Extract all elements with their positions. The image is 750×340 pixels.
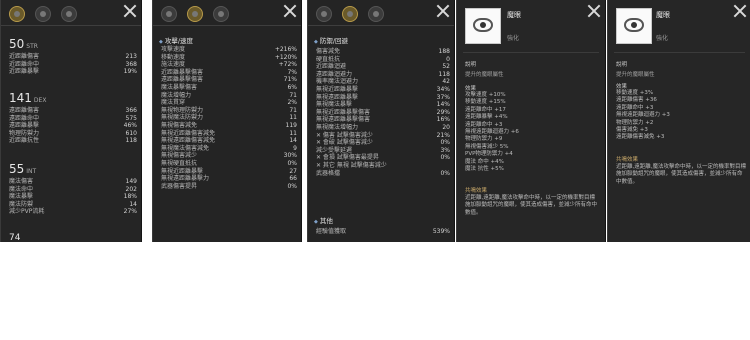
set-title: 共鳴效果 bbox=[465, 188, 488, 194]
stat-row: 經驗值獲取 539% bbox=[316, 228, 450, 235]
tab-attributes[interactable] bbox=[316, 6, 332, 22]
dex-rows: 遠距離傷害 366 遠距離命中 575 遠距離暴擊 46% 物理防禦力 610 近距離抗… bbox=[9, 107, 137, 145]
stat-row: 魔法貫穿 2% bbox=[161, 99, 297, 107]
next-stat-header: 74 bbox=[9, 233, 21, 242]
effect-list: 移動速度 +3% 遠距離傷害 +36 遠距離命中 +3 無視遠距離迴避力 +3 … bbox=[616, 90, 670, 141]
stat-row: 近距離抗性 118 bbox=[9, 137, 137, 145]
desc-title: 說明 bbox=[465, 62, 477, 68]
stat-row: 遠距離暴擊傷害 71% bbox=[161, 76, 297, 84]
set-desc: 近距離,遠距離,魔法攻擊命中時，以一定的機率對目標施加脈動詛咒的魔眼，使其造成傷… bbox=[465, 195, 598, 216]
tab-combat[interactable] bbox=[342, 6, 358, 22]
divider bbox=[463, 52, 599, 53]
stat-row: 無視傷害減少 30% bbox=[161, 152, 297, 160]
other-rows: 經驗值獲取 539% bbox=[316, 228, 450, 236]
stat-row: 無視近距離傷害減免 11 bbox=[161, 129, 297, 137]
str-rows: 近距離傷害 213 近距離命中 368 近距離暴擊 19% bbox=[9, 53, 137, 76]
stat-row: 機率魔法迴避力 42 bbox=[316, 78, 450, 86]
panel-tabs bbox=[161, 6, 229, 22]
divider bbox=[614, 52, 745, 53]
stat-row: ✕ 會損 試擊傷害最提昇 0% bbox=[316, 154, 450, 162]
stat-row: 魔法傷害 149 bbox=[9, 178, 137, 185]
divider bbox=[1, 25, 141, 26]
item-name: 魔眼 bbox=[507, 11, 521, 19]
eye-icon bbox=[465, 8, 501, 44]
effect-list: 攻擊速度 +10% 移動速度 +15% 遠距離命中 +17 遠距離暴擊 +4% … bbox=[465, 92, 519, 173]
stat-row: 無視遠距離傷害減免 14 bbox=[161, 137, 297, 145]
eye-icon bbox=[616, 8, 652, 44]
stats-panel-base: 50 STR 近距離傷害 213 近距離命中 368 近距離暴擊 19% 141 DEX … bbox=[0, 0, 142, 242]
section-title-defense: 防禦/回避 bbox=[314, 35, 348, 45]
tab-defense[interactable] bbox=[368, 6, 384, 22]
stat-row: 無視遠距離暴擊傷害 16% bbox=[316, 116, 450, 124]
stat-row: 無視遠距離暴擊力 66 bbox=[161, 175, 297, 183]
item-tooltip-magic-eye-2: 魔眼 強化 說明 提升的魔眼屬性 效果 移動速度 +3% 遠距離傷害 +36 遠… bbox=[607, 0, 750, 242]
int-rows: 魔法傷害 149 魔法命中 202 魔法暴擊 18% 魔法防禦 14 減少PVP流耗 27… bbox=[9, 178, 137, 216]
tab-defense[interactable] bbox=[61, 6, 77, 22]
section-title-other: 其他 bbox=[314, 215, 333, 225]
stat-row: 近距離暴擊 19% bbox=[9, 68, 137, 76]
desc-text: 提升的魔眼屬性 bbox=[616, 72, 655, 78]
stat-row: 武器格擋 0% bbox=[316, 169, 450, 177]
stat-row: ✕ 其它 無視 試擊傷害減少 bbox=[316, 161, 387, 169]
stat-row: 無視近距離暴擊 27 bbox=[161, 167, 297, 175]
item-sub: 強化 bbox=[507, 35, 520, 42]
str-header: 50 STR bbox=[9, 37, 38, 51]
stats-panel-attack: 攻擊/速度 攻擊速度+216% 移動速度+120% 施法速度+72% 近距離暴擊… bbox=[152, 0, 302, 242]
stat-row: 魔法暴擊傷害 6% bbox=[161, 83, 297, 91]
dex-header: 141 DEX bbox=[9, 91, 47, 105]
stat-row: 傷害減免 188 bbox=[316, 48, 450, 55]
divider bbox=[153, 25, 301, 26]
stat-row: 無視魔法防禦力 11 bbox=[161, 114, 297, 122]
tab-attributes[interactable] bbox=[9, 6, 25, 22]
close-icon[interactable] bbox=[283, 4, 297, 18]
item-name: 魔眼 bbox=[656, 11, 670, 19]
int-header: 55 INT bbox=[9, 162, 37, 176]
defense-rows: 傷害減免 188 硬直抵抗 0 近距離迴避 52 遠距離迴避力 118 機率魔法迴避力 4… bbox=[316, 48, 450, 177]
tab-attributes[interactable] bbox=[161, 6, 177, 22]
tab-combat[interactable] bbox=[35, 6, 51, 22]
tab-defense[interactable] bbox=[213, 6, 229, 22]
desc-text: 提升的魔眼屬性 bbox=[465, 72, 504, 78]
stat-row: 減少PVP流耗 27% bbox=[9, 208, 137, 216]
set-title: 共鳴效果 bbox=[616, 157, 639, 163]
stat-row: 武器傷害提昇 0% bbox=[161, 182, 297, 190]
stat-row: ✕ 傷害 試擊傷害減少 21% bbox=[316, 131, 450, 139]
close-icon[interactable] bbox=[436, 4, 450, 18]
set-desc: 近距離,遠距離,魔法攻擊命中時，以一定的機率對目標施加脈動詛咒的魔眼，使其造成傷… bbox=[616, 164, 746, 185]
panel-tabs bbox=[9, 6, 77, 22]
tab-combat[interactable] bbox=[187, 6, 203, 22]
effect-title: 效果 bbox=[616, 84, 628, 90]
desc-title: 說明 bbox=[616, 62, 628, 68]
item-tooltip-magic-eye: 魔眼 強化 說明 提升的魔眼屬性 效果 攻擊速度 +10% 移動速度 +15% … bbox=[456, 0, 606, 242]
stat-row: 遠距離暴擊 46% bbox=[9, 122, 137, 130]
stat-row: 無視傷害減免 119 bbox=[161, 121, 297, 129]
stat-row: 無視近距離暴擊 34% bbox=[316, 85, 450, 93]
stat-row: 施法速度 +72% bbox=[161, 61, 297, 69]
close-icon[interactable] bbox=[733, 4, 747, 18]
stat-row: 無視硬直抵抗 0% bbox=[161, 159, 297, 167]
stat-row: 無視魔法暴擊 14% bbox=[316, 101, 450, 109]
stat-row: 遠距離傷害 366 bbox=[9, 107, 137, 114]
stat-row: 近距離傷害 213 bbox=[9, 53, 137, 60]
close-icon[interactable] bbox=[587, 4, 601, 18]
stats-panel-defense: 防禦/回避 傷害減免188 硬直抵抗0 近距離迴避52 遠距離迴避力118 機率… bbox=[307, 0, 455, 242]
stat-row: 攻擊速度 +216% bbox=[161, 46, 297, 53]
stat-row: 近距離迴避 52 bbox=[316, 63, 450, 71]
stat-row: 魔法暴擊 18% bbox=[9, 193, 137, 201]
divider bbox=[308, 25, 454, 26]
panel-tabs bbox=[316, 6, 384, 22]
attack-rows: 攻擊速度 +216% 移動速度 +120% 施法速度 +72% 近距離暴擊傷害 7% 遠… bbox=[161, 46, 297, 190]
section-title-attack: 攻擊/速度 bbox=[159, 35, 193, 45]
close-icon[interactable] bbox=[123, 4, 137, 18]
stat-row: 無視魔法增幅力 20 bbox=[316, 123, 450, 131]
effect-title: 效果 bbox=[465, 86, 477, 92]
item-sub: 強化 bbox=[656, 35, 669, 42]
stat-row: ✕ 會破 試擊傷害減少 0% bbox=[316, 139, 450, 147]
